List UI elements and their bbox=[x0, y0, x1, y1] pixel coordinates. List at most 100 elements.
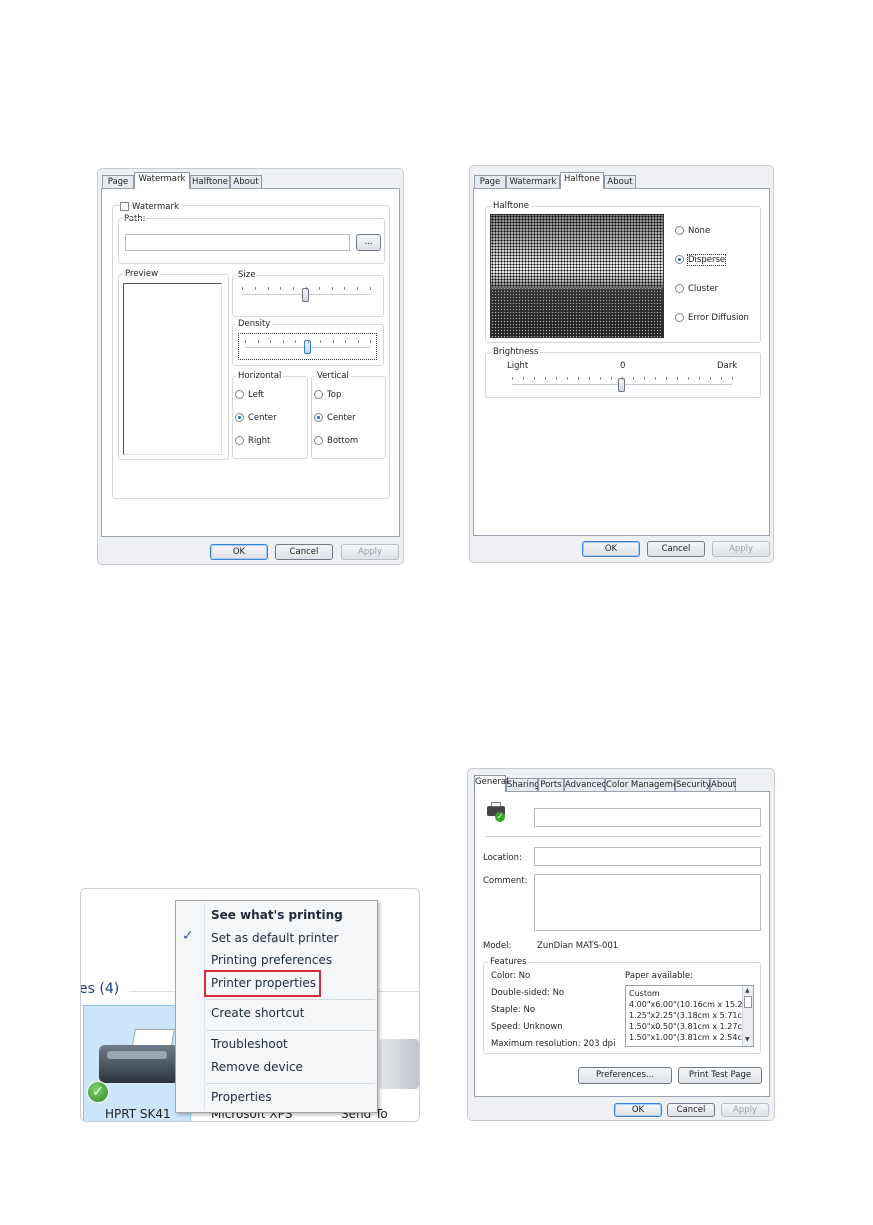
preview-box bbox=[123, 283, 222, 455]
tab-watermark[interactable]: Watermark bbox=[134, 172, 190, 189]
tab-page[interactable]: Page bbox=[102, 175, 134, 189]
paper-list-item[interactable]: 1.50"x1.00"(3.81cm x 2.54cm) bbox=[629, 1033, 753, 1043]
menu-item-printer-properties[interactable]: Printer properties bbox=[211, 976, 316, 990]
watermark-checkbox[interactable] bbox=[120, 202, 129, 211]
menu-separator bbox=[206, 1030, 375, 1031]
slider-tick bbox=[331, 287, 333, 290]
tab-about[interactable]: About bbox=[604, 175, 636, 189]
vertical-radio-center[interactable] bbox=[314, 413, 323, 422]
scroll-up-icon[interactable]: ▲ bbox=[745, 987, 750, 994]
cancel-button[interactable]: Cancel bbox=[275, 544, 333, 560]
apply-button[interactable]: Apply bbox=[712, 541, 770, 557]
tab-about[interactable]: About bbox=[710, 778, 736, 792]
horizontal-radio-left[interactable] bbox=[235, 390, 244, 399]
paper-list-scrollbar[interactable]: ▲ ▼ bbox=[742, 986, 753, 1046]
printer-name-input[interactable] bbox=[534, 808, 761, 827]
paper-list[interactable]: Custom 4.00"x6.00"(10.16cm x 15.24cm) 1.25… bbox=[625, 985, 754, 1047]
paper-list-item[interactable]: 4.00"x6.00"(10.16cm x 15.24cm) bbox=[629, 1000, 753, 1010]
tab-watermark[interactable]: Watermark bbox=[506, 175, 560, 189]
menu-item-properties[interactable]: Properties bbox=[211, 1090, 272, 1104]
tab-about[interactable]: About bbox=[230, 175, 262, 189]
ok-button[interactable]: OK bbox=[210, 544, 268, 560]
tab-halftone[interactable]: Halftone bbox=[560, 172, 604, 189]
horizontal-label-left: Left bbox=[248, 390, 264, 400]
slider-tick bbox=[370, 287, 371, 290]
vertical-label: Vertical bbox=[315, 371, 351, 381]
location-label: Location: bbox=[483, 853, 522, 863]
tab-advanced[interactable]: Advanced bbox=[564, 778, 607, 792]
vertical-radio-bottom[interactable] bbox=[314, 436, 323, 445]
brightness-label: Brightness bbox=[491, 347, 541, 357]
horizontal-radio-center[interactable] bbox=[235, 413, 244, 422]
paper-list-item[interactable]: Custom bbox=[629, 989, 660, 999]
preview-label: Preview bbox=[123, 269, 161, 279]
horizontal-label-right: Right bbox=[248, 436, 271, 446]
location-input[interactable] bbox=[534, 847, 761, 866]
slider-tick bbox=[633, 377, 634, 380]
checkmark-icon: ✓ bbox=[182, 928, 194, 944]
menu-item-troubleshoot[interactable]: Troubleshoot bbox=[211, 1037, 288, 1051]
tab-sharing[interactable]: Sharing bbox=[506, 778, 540, 792]
cancel-button[interactable]: Cancel bbox=[667, 1103, 715, 1117]
tab-ports[interactable]: Ports bbox=[538, 778, 564, 792]
menu-item-remove-device[interactable]: Remove device bbox=[211, 1060, 303, 1074]
print-test-page-button[interactable]: Print Test Page bbox=[678, 1067, 762, 1084]
slider-tick bbox=[242, 287, 243, 290]
slider-tick bbox=[357, 287, 359, 290]
scroll-down-icon[interactable]: ▼ bbox=[745, 1036, 750, 1043]
apply-button[interactable]: Apply bbox=[341, 544, 399, 560]
model-label: Model: bbox=[483, 941, 512, 951]
slider-tick bbox=[293, 287, 295, 290]
density-slider[interactable] bbox=[238, 333, 377, 360]
halftone-preview-image bbox=[490, 214, 664, 338]
slider-tick bbox=[589, 377, 590, 380]
halftone-radio-none[interactable] bbox=[675, 226, 684, 235]
brightness-slider-thumb[interactable] bbox=[618, 378, 625, 392]
printer-icon: ✓ bbox=[485, 802, 507, 822]
slider-tick bbox=[282, 340, 284, 343]
size-slider-thumb[interactable] bbox=[302, 288, 309, 302]
feature-staple: Staple: No bbox=[491, 1005, 536, 1015]
slider-tick bbox=[534, 377, 535, 380]
slider-tick bbox=[245, 340, 246, 343]
menu-item-set-default[interactable]: Set as default printer bbox=[211, 931, 339, 945]
slider-tick bbox=[655, 377, 656, 380]
cancel-button[interactable]: Cancel bbox=[647, 541, 705, 557]
watermark-pane: Watermark Path: ... Preview Size Density… bbox=[101, 188, 400, 537]
scroll-thumb[interactable] bbox=[744, 996, 752, 1008]
path-input[interactable] bbox=[125, 234, 350, 251]
slider-tick bbox=[307, 340, 309, 343]
comment-input[interactable] bbox=[534, 874, 761, 931]
paper-list-item[interactable]: 1.25"x2.25"(3.18cm x 5.71cm) bbox=[629, 1011, 753, 1021]
halftone-radio-disperse[interactable] bbox=[675, 255, 684, 264]
slider-tick bbox=[512, 377, 513, 380]
menu-separator bbox=[206, 999, 375, 1000]
tab-page[interactable]: Page bbox=[474, 175, 506, 189]
brightness-slider[interactable] bbox=[512, 372, 733, 394]
feature-double-sided: Double-sided: No bbox=[491, 988, 565, 998]
tab-general[interactable]: General bbox=[474, 775, 509, 792]
tab-color-management[interactable]: Color Management bbox=[605, 778, 687, 792]
ok-button[interactable]: OK bbox=[614, 1103, 662, 1117]
apply-button[interactable]: Apply bbox=[721, 1103, 769, 1117]
menu-item-printing-preferences[interactable]: Printing preferences bbox=[211, 953, 332, 967]
vertical-label-center: Center bbox=[327, 413, 356, 423]
slider-tick bbox=[699, 377, 700, 380]
browse-button[interactable]: ... bbox=[356, 234, 381, 251]
preferences-button[interactable]: Preferences... bbox=[578, 1067, 672, 1084]
tab-security[interactable]: Security bbox=[675, 778, 711, 792]
vertical-radio-top[interactable] bbox=[314, 390, 323, 399]
horizontal-radio-right[interactable] bbox=[235, 436, 244, 445]
paper-list-item[interactable]: 1.50"x0.50"(3.81cm x 1.27cm) bbox=[629, 1022, 753, 1032]
halftone-radio-cluster[interactable] bbox=[675, 284, 684, 293]
halftone-group-label: Halftone bbox=[491, 201, 531, 211]
tab-halftone[interactable]: Halftone bbox=[190, 175, 230, 189]
paper-available-label: Paper available: bbox=[625, 971, 694, 981]
ok-button[interactable]: OK bbox=[582, 541, 640, 557]
menu-gutter bbox=[204, 903, 205, 1110]
size-slider[interactable] bbox=[242, 284, 371, 306]
menu-item-create-shortcut[interactable]: Create shortcut bbox=[211, 1006, 304, 1020]
halftone-radio-error-diffusion[interactable] bbox=[675, 313, 684, 322]
menu-item-see-whats-printing[interactable]: See what's printing bbox=[211, 908, 343, 922]
halftone-label-cluster: Cluster bbox=[688, 284, 719, 294]
